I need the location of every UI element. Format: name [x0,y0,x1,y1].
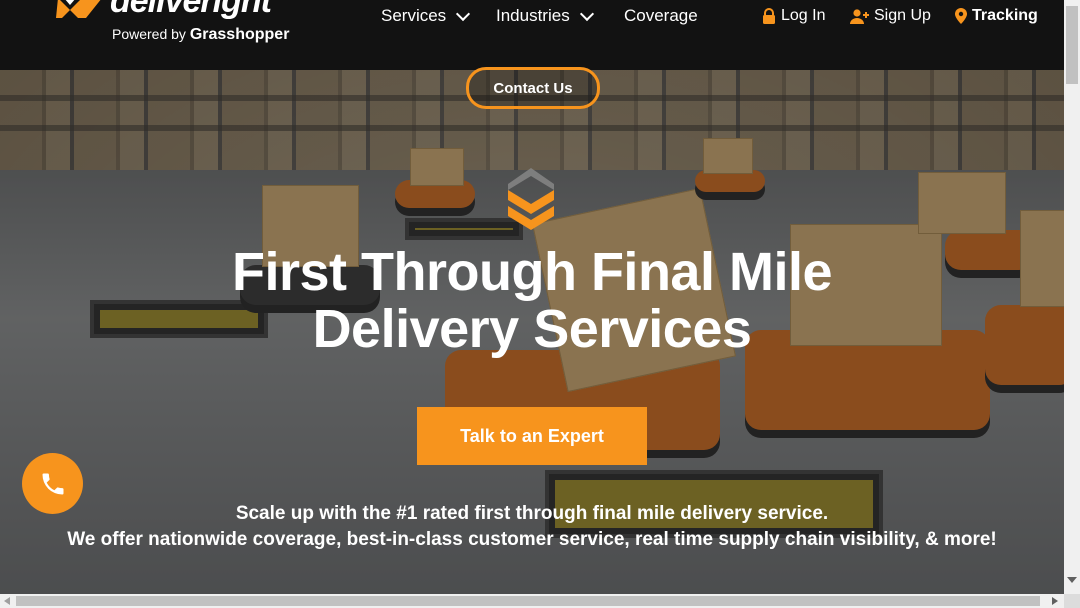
nav-industries[interactable]: Industries [496,6,594,26]
nav-services[interactable]: Services [381,6,471,26]
nav-coverage[interactable]: Coverage [624,6,698,26]
horizontal-scrollbar-thumb[interactable] [16,596,1040,606]
vertical-scrollbar[interactable] [1064,0,1080,594]
chevron-down-icon [579,6,594,22]
powered-brand: Grasshopper [189,26,290,43]
site-header: deliveright Powered by Grasshopper Servi… [0,0,1064,70]
hero-title-line2: Delivery Services [312,299,752,359]
scroll-right-arrow-icon[interactable] [1052,597,1058,605]
scrollbar-corner [1064,594,1080,608]
scroll-left-arrow-icon[interactable] [4,597,10,605]
nav-industries-label: Industries [496,6,570,25]
tracking-label: Tracking [972,7,1038,24]
brand-tagline: Powered by Grasshopper [112,26,289,44]
user-plus-icon [850,8,869,24]
chevron-down-icon [456,6,471,22]
login-label: Log In [781,7,826,24]
brand-chevron-icon [508,168,554,230]
brand-chevron-icon [56,0,101,18]
nav-services-label: Services [381,6,447,25]
signup-link[interactable]: Sign Up [850,7,931,25]
hero-tagline-2: We offer nationwide coverage, best-in-cl… [67,529,997,550]
map-pin-icon [955,8,967,24]
phone-icon [42,473,63,494]
hero-title-line1: First Through Final Mile [232,242,832,302]
hero-tagline-1: Scale up with the #1 rated first through… [235,503,829,524]
lock-icon [763,8,775,24]
nav-coverage-label: Coverage [624,6,698,25]
brand-name: deliveright [110,0,272,20]
hero-title: First Through Final Mile Delivery Servic… [0,244,1064,358]
talk-to-expert-button[interactable]: Talk to an Expert [417,407,647,465]
signup-label: Sign Up [874,7,931,24]
scroll-down-arrow-icon[interactable] [1067,577,1077,583]
powered-by-text: Powered by [112,26,186,42]
tracking-link[interactable]: Tracking [955,7,1038,25]
login-link[interactable]: Log In [762,7,825,25]
vertical-scrollbar-thumb[interactable] [1066,6,1078,84]
contact-us-button[interactable]: Contact Us [466,67,600,109]
